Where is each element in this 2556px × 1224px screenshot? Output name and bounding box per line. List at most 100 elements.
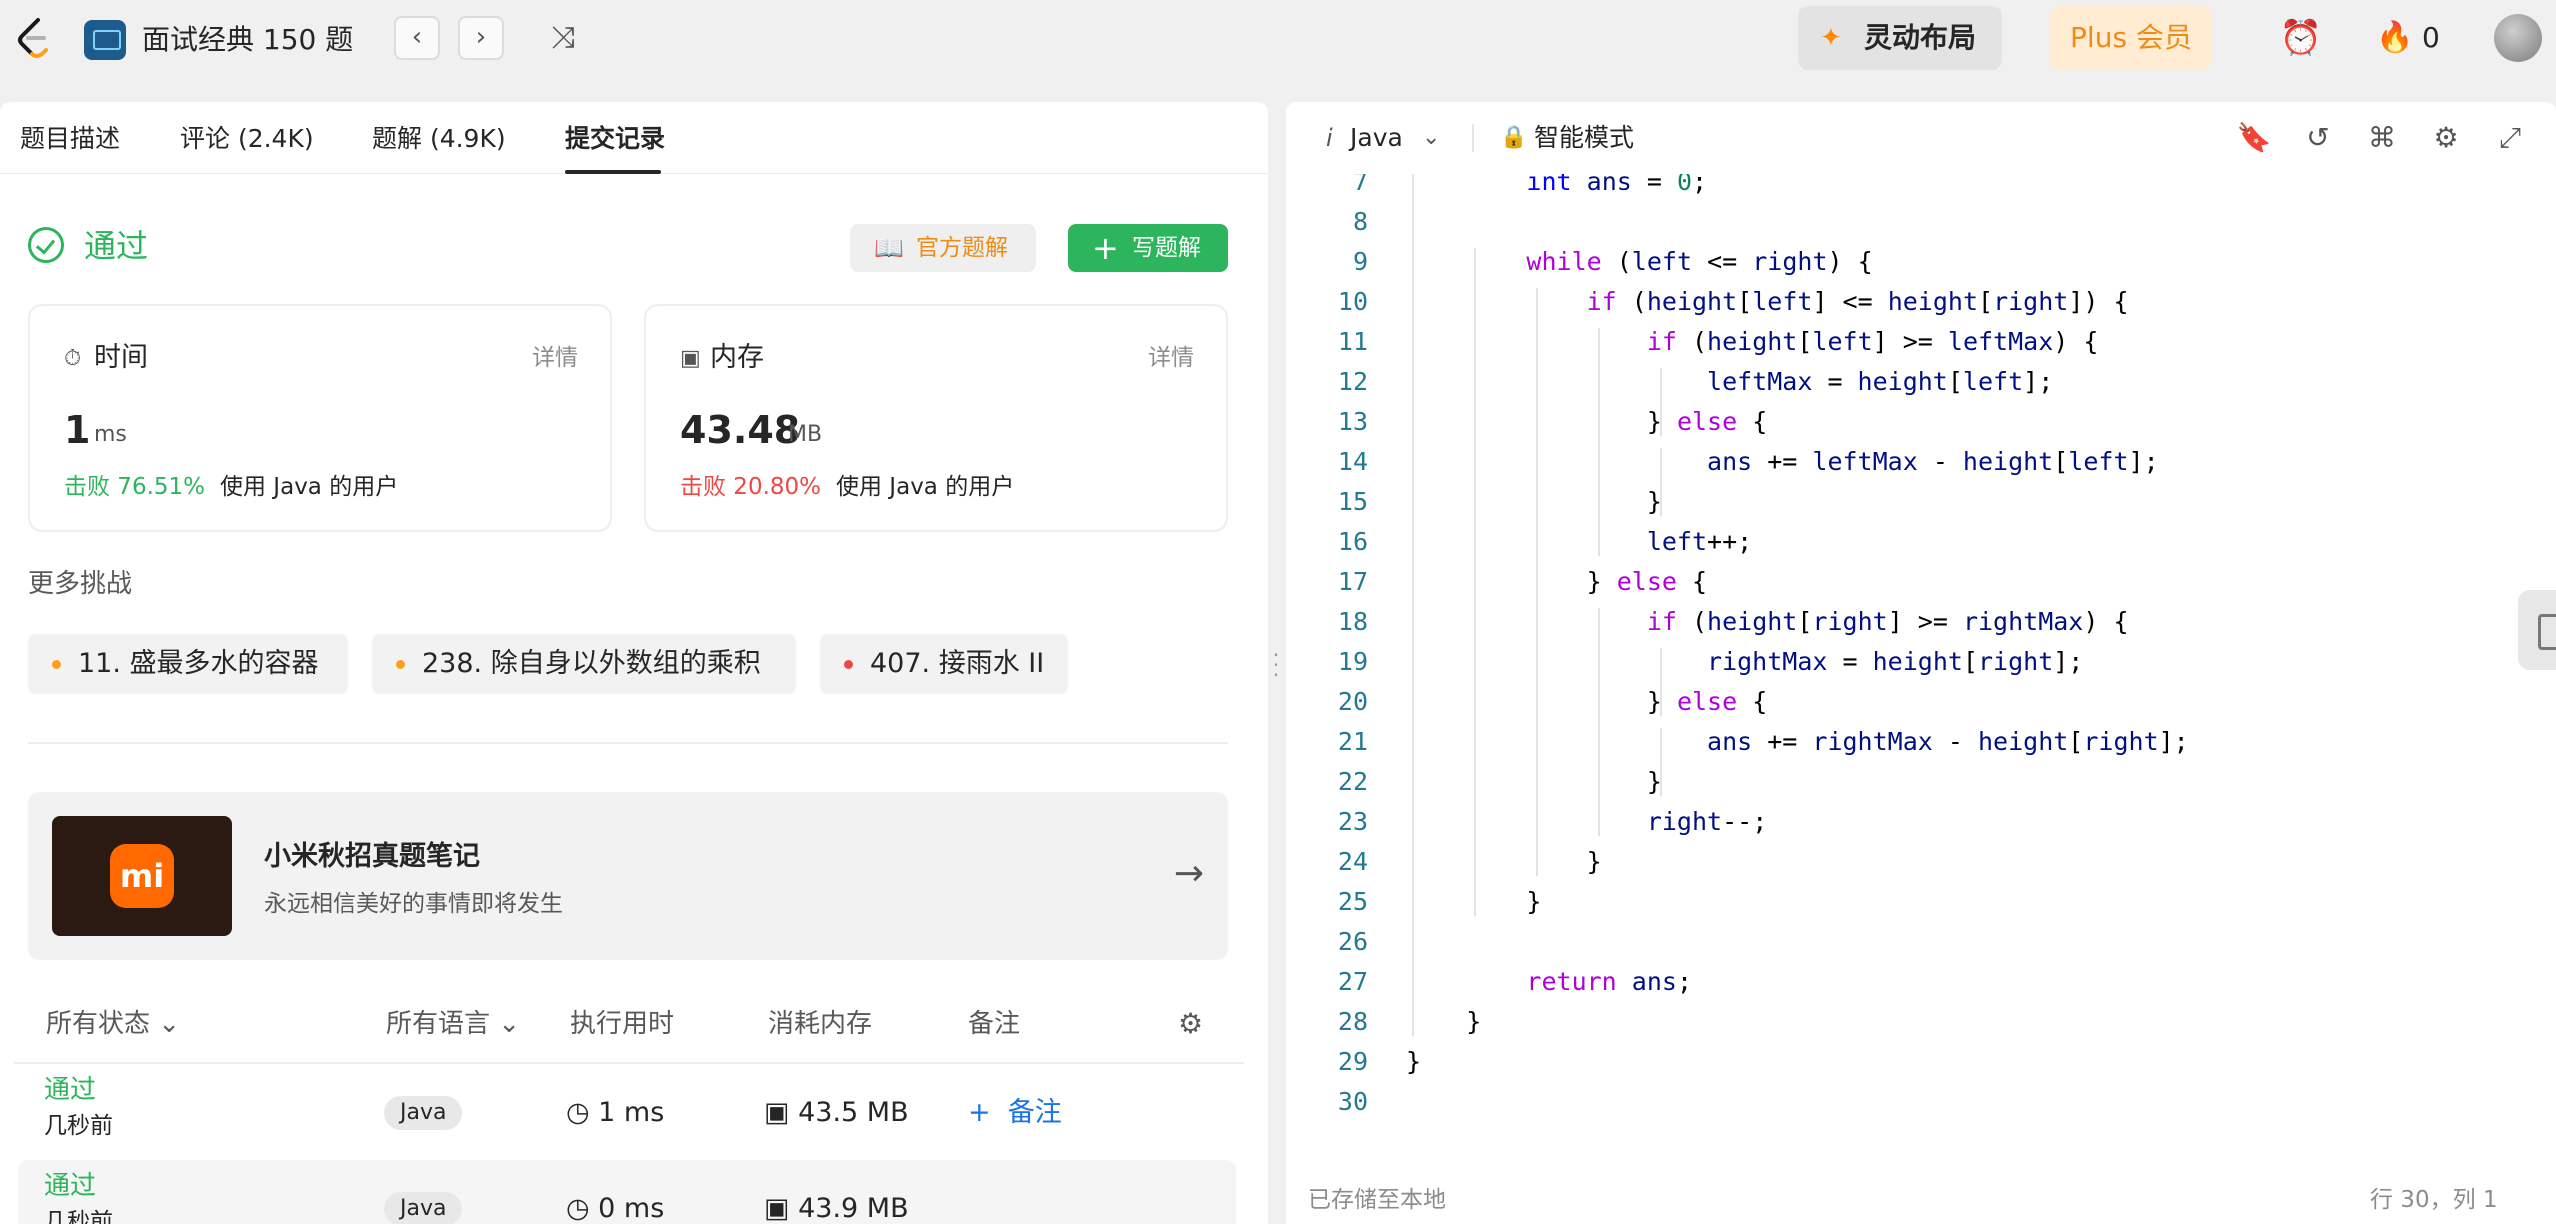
- code-line[interactable]: int ans = 0;: [1406, 174, 1707, 202]
- language-selector[interactable]: Java: [1350, 120, 1403, 156]
- code-line[interactable]: }: [1406, 482, 1662, 522]
- dynamic-layout-label: 灵动布局: [1864, 21, 1977, 54]
- divider: [1472, 124, 1474, 152]
- bookmark-icon[interactable]: 🔖: [2234, 118, 2274, 158]
- indent-guide: [1660, 728, 1662, 796]
- runtime-detail-link[interactable]: 详情: [532, 342, 578, 374]
- code-line[interactable]: ans += rightMax - height[right];: [1406, 722, 2189, 762]
- chevron-down-icon: ⌄: [498, 1009, 521, 1039]
- promo-subtitle: 永远相信美好的事情即将发生: [264, 891, 563, 917]
- write-solution-button[interactable]: + 写题解: [1068, 224, 1228, 272]
- table-row[interactable]: 通过 几秒前 Java ◷ 1 ms ▣ 43.5 MB + 备注: [18, 1064, 1236, 1160]
- gear-icon[interactable]: ⚙: [2426, 118, 2466, 158]
- indent-guide: [1660, 368, 1662, 436]
- indent-guide: [1660, 448, 1662, 516]
- code-line[interactable]: } else {: [1406, 562, 1707, 602]
- challenge-chip[interactable]: 238. 除自身以外数组的乘积: [372, 634, 796, 694]
- line-number: 24: [1337, 847, 1368, 876]
- tab-comments[interactable]: 评论 (2.4K): [180, 122, 314, 156]
- divider: [28, 742, 1228, 744]
- prev-problem-button[interactable]: ‹: [394, 16, 440, 60]
- row-status[interactable]: 通过: [44, 1072, 96, 1108]
- memory-detail-link[interactable]: 详情: [1148, 342, 1194, 374]
- memory-beat: 击败 20.80%: [680, 474, 822, 500]
- plus-member-button[interactable]: Plus 会员: [2050, 6, 2212, 70]
- cursor-position: 行 30，列 1: [2370, 1187, 2498, 1213]
- indent-guide: [1598, 328, 1600, 556]
- line-number: 25: [1337, 887, 1368, 916]
- study-plan-title[interactable]: 面试经典 150 题: [142, 20, 353, 60]
- code-line[interactable]: }: [1406, 1002, 1481, 1042]
- code-line[interactable]: left++;: [1406, 522, 1752, 562]
- challenge-chip[interactable]: 407. 接雨水 II: [820, 634, 1068, 694]
- line-number: 28: [1337, 1007, 1368, 1036]
- promo-banner[interactable]: mi 小米秋招真题笔记 永远相信美好的事情即将发生 →: [28, 792, 1228, 960]
- code-line[interactable]: }: [1406, 1042, 1421, 1082]
- code-line[interactable]: rightMax = height[right];: [1406, 642, 2083, 682]
- study-plan-icon[interactable]: [84, 20, 126, 60]
- side-panel-handle[interactable]: [2518, 590, 2556, 670]
- memory-card[interactable]: ▣ 内存 详情 43.48 MB 击败 20.80% 使用 Java 的用户: [644, 304, 1228, 532]
- line-number: 29: [1337, 1047, 1368, 1076]
- row-time: 几秒前: [44, 1209, 113, 1224]
- stopwatch-icon: ⏱: [64, 346, 82, 371]
- official-solution-button[interactable]: 📖 官方题解: [850, 224, 1036, 272]
- line-number: 30: [1337, 1087, 1368, 1116]
- avatar[interactable]: [2494, 14, 2542, 62]
- filter-status-dropdown[interactable]: 所有状态 ⌄: [46, 1004, 180, 1044]
- code-area[interactable]: 7 int ans = 0; 8 9 while (left <= right) {…: [1286, 174, 2556, 1154]
- plus-icon: +: [968, 1097, 991, 1128]
- sparkle-icon: ✦: [1820, 23, 1842, 53]
- runtime-value: 1: [64, 408, 91, 452]
- filter-language-dropdown[interactable]: 所有语言 ⌄: [386, 1004, 520, 1044]
- top-bar: 面试经典 150 题 ‹ › ⤨ ✦ 灵动布局 Plus 会员 ⏰ 🔥 0: [0, 0, 2556, 86]
- code-line[interactable]: } else {: [1406, 402, 1767, 442]
- active-tab-indicator: [565, 170, 661, 174]
- tab-description[interactable]: 题目描述: [20, 122, 120, 156]
- dynamic-layout-button[interactable]: ✦ 灵动布局: [1798, 6, 2002, 70]
- gear-icon[interactable]: ⚙: [1178, 1006, 1203, 1042]
- next-problem-button[interactable]: ›: [458, 16, 504, 60]
- challenge-label: 238. 除自身以外数组的乘积: [422, 648, 761, 679]
- lock-icon: 🔒: [1500, 125, 1528, 150]
- runtime-card[interactable]: ⏱ 时间 详情 1 ms 击败 76.51% 使用 Java 的用户: [28, 304, 612, 532]
- table-row[interactable]: 通过 几秒前 Java ◷ 0 ms ▣ 43.9 MB: [18, 1160, 1236, 1224]
- shuffle-icon[interactable]: ⤨: [544, 18, 582, 58]
- filter-language-label: 所有语言: [386, 1009, 491, 1039]
- memory-title: 内存: [710, 342, 764, 373]
- code-line[interactable]: return ans;: [1406, 962, 1692, 1002]
- chip-icon: ▣: [680, 346, 701, 371]
- code-editor-panel: i Java ⌄ 🔒 智能模式 🔖 ↺ ⌘ ⚙ ⤢ 7 int ans = 0;…: [1286, 102, 2556, 1224]
- runtime-beat-suffix: 使用 Java 的用户: [220, 474, 399, 500]
- code-line[interactable]: if (height[left] <= height[right]) {: [1406, 282, 2129, 322]
- code-line[interactable]: }: [1406, 842, 1602, 882]
- code-line[interactable]: right--;: [1406, 802, 1767, 842]
- code-line[interactable]: if (height[right] >= rightMax) {: [1406, 602, 2129, 642]
- panel-resize-handle[interactable]: · · ·: [1272, 645, 1280, 685]
- chevron-down-icon[interactable]: ⌄: [1422, 120, 1440, 156]
- code-line[interactable]: leftMax = height[left];: [1406, 362, 2053, 402]
- line-number: 14: [1337, 447, 1368, 476]
- challenge-chip[interactable]: 11. 盛最多水的容器: [28, 634, 348, 694]
- runtime-beat: 击败 76.51%: [64, 474, 206, 500]
- add-note-button[interactable]: + 备注: [968, 1094, 1062, 1132]
- row-status[interactable]: 通过: [44, 1168, 96, 1204]
- code-line[interactable]: ans += leftMax - height[left];: [1406, 442, 2159, 482]
- code-line[interactable]: } else {: [1406, 682, 1767, 722]
- tab-submissions[interactable]: 提交记录: [565, 122, 665, 156]
- fire-icon[interactable]: 🔥: [2376, 18, 2413, 58]
- alarm-clock-icon[interactable]: ⏰: [2278, 16, 2324, 60]
- row-memory-value: 43.5 MB: [798, 1097, 909, 1128]
- smart-mode-toggle[interactable]: 智能模式: [1534, 120, 1634, 156]
- code-line[interactable]: }: [1406, 762, 1662, 802]
- line-number: 11: [1337, 327, 1368, 356]
- command-icon[interactable]: ⌘: [2362, 118, 2402, 158]
- xiaomi-logo: mi: [110, 844, 174, 908]
- tab-solutions[interactable]: 题解 (4.9K): [372, 122, 506, 156]
- leetcode-logo-icon[interactable]: [14, 16, 54, 60]
- code-line[interactable]: if (height[left] >= leftMax) {: [1406, 322, 2099, 362]
- row-memory: ▣ 43.5 MB: [764, 1094, 909, 1132]
- expand-icon[interactable]: ⤢: [2490, 118, 2530, 158]
- difficulty-dot: [396, 660, 405, 669]
- reset-icon[interactable]: ↺: [2298, 118, 2338, 158]
